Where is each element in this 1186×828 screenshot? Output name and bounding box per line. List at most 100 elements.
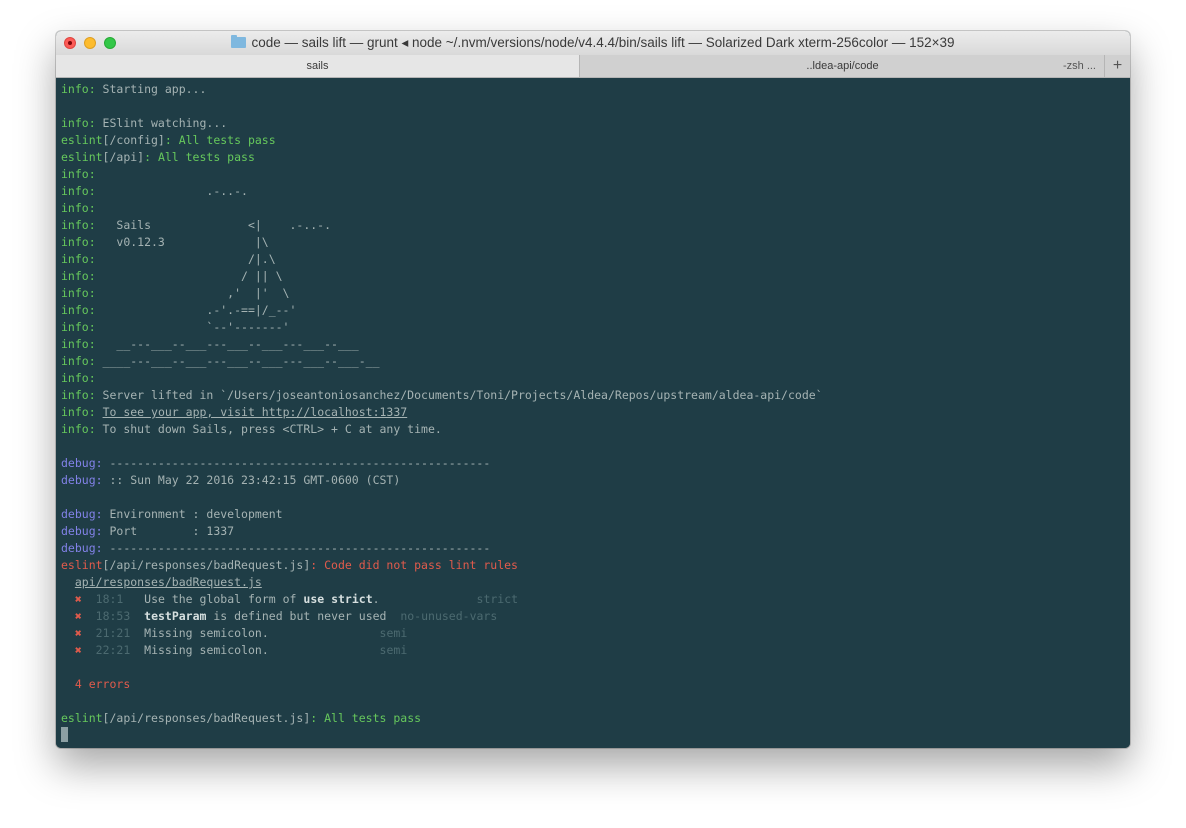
log-text: `--'-------': [95, 320, 290, 334]
log-path: [/api]: [102, 150, 145, 164]
error-message: is defined but never used: [206, 609, 387, 623]
title-bar[interactable]: code — sails lift — grunt ◂ node ~/.nvm/…: [56, 31, 1130, 56]
log-prefix: info:: [61, 201, 96, 215]
terminal-line: info: To see your app, visit http://loca…: [61, 404, 1130, 421]
terminal-line: info: Server lifted in `/Users/joseanton…: [61, 387, 1130, 404]
error-highlight: testParam: [144, 609, 207, 623]
log-text: To shut down Sails, press <CTRL> + C at …: [95, 422, 442, 436]
log-prefix: info:: [61, 82, 96, 96]
log-text: ,' |' \: [95, 286, 290, 300]
folder-icon: [231, 35, 247, 48]
ascii-line: info: v0.12.3 |\: [61, 234, 1130, 251]
debug-prefix: debug:: [61, 524, 103, 538]
log-text: Sails <| .-..-.: [95, 218, 332, 232]
terminal-window: code — sails lift — grunt ◂ node ~/.nvm/…: [56, 31, 1130, 748]
new-tab-button[interactable]: +: [1105, 55, 1130, 77]
log-prefix: info:: [61, 116, 96, 130]
log-text: Port : 1337: [102, 524, 235, 538]
log-prefix: info:: [61, 252, 96, 266]
tab-zsh-label: -zsh ...: [1062, 60, 1096, 72]
error-message: Missing semicolon.: [144, 643, 269, 657]
log-text: __---___--___---___--___---___--___: [95, 337, 359, 351]
lint-error-row: ✖ 22:21 Missing semicolon. semi: [61, 642, 1130, 659]
log-prefix: eslint: [61, 133, 103, 147]
error-message: .: [372, 592, 394, 606]
error-location: 18:1: [95, 592, 131, 606]
log-text: : All tests pass: [144, 150, 255, 164]
error-rule: semi: [379, 643, 408, 657]
terminal-line: info: ESlint watching...: [61, 115, 1130, 132]
log-prefix: info:: [61, 235, 96, 249]
terminal-line: eslint[/api/responses/badRequest.js]: Al…: [61, 710, 1130, 727]
window-title-text: code — sails lift — grunt ◂ node ~/.nvm/…: [251, 35, 955, 50]
ascii-line: info: Sails <| .-..-.: [61, 217, 1130, 234]
lint-error-row: ✖ 18:53 testParam is defined but never u…: [61, 608, 1130, 625]
log-prefix: info:: [61, 269, 96, 283]
lint-error-row: ✖ 21:21 Missing semicolon. semi: [61, 625, 1130, 642]
terminal-line: debug: Environment : development: [61, 506, 1130, 523]
terminal-line: eslint[/api/responses/badRequest.js]: Co…: [61, 557, 1130, 574]
terminal-line: debug: ---------------------------------…: [61, 455, 1130, 472]
terminal-line: eslint[/api]: All tests pass: [61, 149, 1130, 166]
tab-sails[interactable]: sails: [56, 55, 580, 77]
tab-aldea-label: ..ldea-api/code: [806, 60, 879, 72]
terminal-cursor: [61, 727, 68, 742]
terminal-line: debug: ---------------------------------…: [61, 540, 1130, 557]
log-text: : Code did not pass lint rules: [310, 558, 518, 572]
log-prefix: info:: [61, 354, 96, 368]
terminal-line: debug: :: Sun May 22 2016 23:42:15 GMT-0…: [61, 472, 1130, 489]
log-path: [/config]: [102, 133, 165, 147]
debug-prefix: debug:: [61, 541, 103, 555]
log-prefix: info:: [61, 320, 96, 334]
log-text: ----------------------------------------…: [102, 541, 491, 555]
localhost-link[interactable]: To see your app, visit http://localhost:…: [103, 405, 408, 419]
terminal-line: info: To shut down Sails, press <CTRL> +…: [61, 421, 1130, 438]
ascii-line: info:: [61, 200, 1130, 217]
ascii-line: info:: [61, 166, 1130, 183]
ascii-line: info: .-'.-==|/_--': [61, 302, 1130, 319]
log-text: Server lifted in `/Users/joseantoniosanc…: [95, 388, 823, 402]
log-prefix: info:: [61, 371, 96, 385]
tab-aldea-api-code[interactable]: ..ldea-api/code -zsh ...: [580, 55, 1105, 77]
lint-error-row: ✖ 18:1 Use the global form of use strict…: [61, 591, 1130, 608]
log-text: .-'.-==|/_--': [95, 303, 297, 317]
log-prefix: info:: [61, 218, 96, 232]
log-text: Starting app...: [95, 82, 207, 96]
log-prefix: info:: [61, 405, 96, 419]
terminal-line: 4 errors: [61, 676, 1130, 693]
terminal-prompt-line[interactable]: [61, 727, 1130, 744]
log-text: : All tests pass: [164, 133, 276, 147]
terminal-output[interactable]: info: Starting app... info: ESlint watch…: [56, 78, 1130, 748]
error-message: Use the global form of: [144, 592, 304, 606]
debug-prefix: debug:: [61, 456, 103, 470]
log-text: Environment : development: [102, 507, 283, 521]
error-cross-icon: ✖: [74, 643, 82, 657]
log-prefix: info:: [61, 337, 96, 351]
error-rule: strict: [476, 592, 519, 606]
log-text: : All tests pass: [310, 711, 422, 725]
log-prefix: info:: [61, 167, 96, 181]
lint-file-path: api/responses/badRequest.js: [74, 575, 262, 589]
error-rule: no-unused-vars: [400, 609, 498, 623]
log-text: v0.12.3 |\: [95, 235, 269, 249]
terminal-line: eslint[/config]: All tests pass: [61, 132, 1130, 149]
window-title: code — sails lift — grunt ◂ node ~/.nvm/…: [56, 31, 1130, 55]
debug-prefix: debug:: [61, 473, 103, 487]
log-text: ----------------------------------------…: [102, 456, 491, 470]
error-message: Missing semicolon.: [144, 626, 269, 640]
ascii-line: info:: [61, 370, 1130, 387]
log-text: /|.\: [95, 252, 276, 266]
log-prefix: info:: [61, 388, 96, 402]
error-highlight: use strict: [303, 592, 373, 606]
log-prefix: info:: [61, 184, 96, 198]
terminal-line: info: Starting app...: [61, 81, 1130, 98]
debug-prefix: debug:: [61, 507, 103, 521]
log-text: .-..-.: [95, 184, 248, 198]
error-cross-icon: ✖: [74, 626, 82, 640]
log-text: ____---___--___---___--___---___--___-__: [95, 354, 380, 368]
error-cross-icon: ✖: [74, 609, 82, 623]
